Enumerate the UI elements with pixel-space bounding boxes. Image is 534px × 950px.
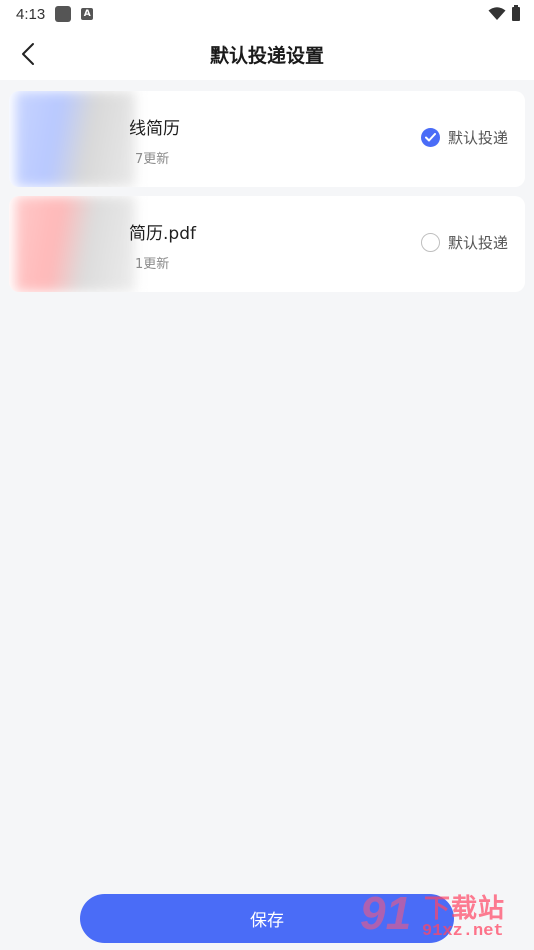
resume-list: 线简历 7更新 默认投递 简历.pdf 1更新 默认投递 [9,91,525,301]
wifi-icon [488,7,506,20]
checkmark-icon [424,133,436,142]
app-notification-icon [55,6,72,22]
resume-updated: 1更新 [135,257,170,272]
radio-unchecked-icon[interactable] [420,233,440,252]
status-time: 4:13 [16,5,46,23]
resume-thumbnail [15,196,135,292]
battery-icon [512,5,520,21]
default-delivery-label: 默认投递 [447,234,508,252]
resume-updated: 7更新 [135,152,170,167]
resume-name: 简历.pdf [129,224,196,244]
resume-card[interactable]: 简历.pdf 1更新 默认投递 [9,196,525,292]
default-delivery-label: 默认投递 [447,129,508,147]
status-right [488,5,520,21]
radio-checked-icon[interactable] [420,128,440,147]
chevron-left-icon [22,43,34,65]
resume-card[interactable]: 线简历 7更新 默认投递 [9,91,525,187]
resume-name: 线简历 [129,119,180,139]
status-left: 4:13 A [16,5,94,23]
default-delivery-option[interactable]: 默认投递 [420,127,508,148]
page-title: 默认投递设置 [209,44,324,67]
nav-bar: 默认投递设置 [0,28,534,80]
resume-thumbnail [15,91,135,187]
default-delivery-option[interactable]: 默认投递 [420,232,508,253]
a-notification-icon: A [81,8,94,20]
status-bar: 4:13 A [0,0,534,28]
save-button[interactable]: 保存 [80,894,454,943]
back-button[interactable] [10,36,46,72]
